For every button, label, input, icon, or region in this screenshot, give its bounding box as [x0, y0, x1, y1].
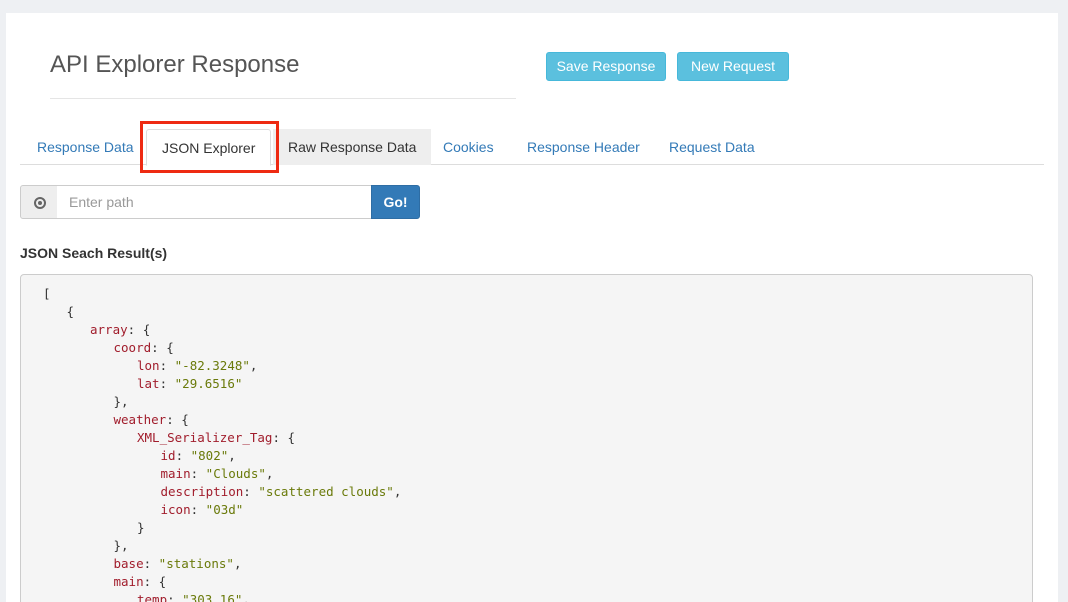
json-punct: , [249, 358, 258, 373]
json-key: lat [137, 376, 160, 391]
json-line: [ [43, 285, 1032, 303]
json-key: array [90, 322, 128, 337]
json-value: "03d" [205, 502, 244, 517]
tab-request-data[interactable]: Request Data [654, 129, 770, 165]
json-line: main: { [43, 573, 1032, 591]
json-punct: , [242, 592, 250, 602]
json-line: array: { [43, 321, 1032, 339]
tab-raw-response-data[interactable]: Raw Response Data [273, 129, 432, 165]
json-value: "-82.3248" [174, 358, 250, 373]
json-value: "303.16" [182, 592, 243, 602]
tab-response-data[interactable]: Response Data [22, 129, 149, 165]
json-punct: , [233, 556, 242, 571]
tab-cookies[interactable]: Cookies [428, 129, 509, 165]
json-value: "29.6516" [174, 376, 243, 391]
json-line: lat: "29.6516" [137, 376, 243, 391]
go-button[interactable]: Go! [371, 185, 420, 219]
json-key: description [160, 484, 244, 499]
json-punct: : { [272, 430, 296, 445]
json-key: coord [113, 340, 152, 355]
path-search-group: Go! [20, 185, 420, 219]
json-line: }, [43, 537, 1032, 555]
json-punct: : { [166, 412, 189, 427]
json-punct: : { [151, 340, 174, 355]
json-key: id [160, 448, 176, 463]
json-line: } [43, 519, 1032, 537]
json-key: icon [160, 502, 191, 517]
json-line: coord: { [43, 339, 1032, 357]
json-key: main [160, 466, 191, 481]
results-heading: JSON Seach Result(s) [20, 245, 168, 261]
path-addon [20, 185, 58, 219]
title-divider [50, 98, 516, 99]
json-line: lon: "-82.3248", [137, 358, 258, 373]
json-value: "802" [190, 448, 229, 463]
json-key: temp [137, 592, 168, 602]
json-line: temp: "303.16", [43, 591, 1032, 602]
json-key: main [113, 574, 144, 589]
tab-response-header[interactable]: Response Header [512, 129, 655, 165]
json-punct: : { [127, 322, 151, 337]
response-tabs: Response Data JSON Explorer Raw Response… [20, 129, 1044, 166]
new-request-button[interactable]: New Request [677, 52, 789, 81]
json-key: XML_Serializer_Tag [137, 430, 273, 445]
json-punct: , [228, 448, 236, 463]
json-punct: { [66, 304, 75, 319]
page-title: API Explorer Response [50, 51, 300, 78]
json-punct: }, [113, 394, 129, 409]
json-key: weather [113, 412, 167, 427]
json-punct: , [265, 466, 274, 481]
json-line: base: "stations", [113, 556, 242, 571]
json-line: }, [43, 393, 1032, 411]
json-line: { [43, 303, 1032, 321]
json-line: XML_Serializer_Tag: { [43, 429, 1032, 447]
json-punct: , [393, 484, 402, 499]
json-punct: } [137, 520, 145, 535]
json-value: "stations" [158, 556, 234, 571]
json-line: description: "scattered clouds", [160, 484, 402, 499]
target-icon [34, 197, 46, 209]
json-value: "scattered clouds" [258, 484, 394, 499]
json-line: id: "802", [160, 448, 236, 463]
json-key: lon [137, 358, 160, 373]
save-response-button[interactable]: Save Response [546, 52, 666, 81]
json-line: main: "Clouds", [160, 466, 274, 481]
json-line: weather: { [43, 411, 1032, 429]
json-line: icon: "03d" [160, 502, 244, 517]
response-panel: API Explorer Response Save Response New … [6, 13, 1058, 602]
json-value: "Clouds" [205, 466, 266, 481]
json-key: base [113, 556, 144, 571]
json-result-viewer[interactable]: [{array: {coord: {lon: "-82.3248", lat: "… [20, 274, 1033, 602]
json-punct: : { [143, 574, 167, 589]
json-punct: [ [43, 286, 51, 301]
tab-json-explorer[interactable]: JSON Explorer [146, 129, 272, 166]
json-punct: }, [113, 538, 129, 553]
path-input[interactable] [57, 185, 372, 219]
